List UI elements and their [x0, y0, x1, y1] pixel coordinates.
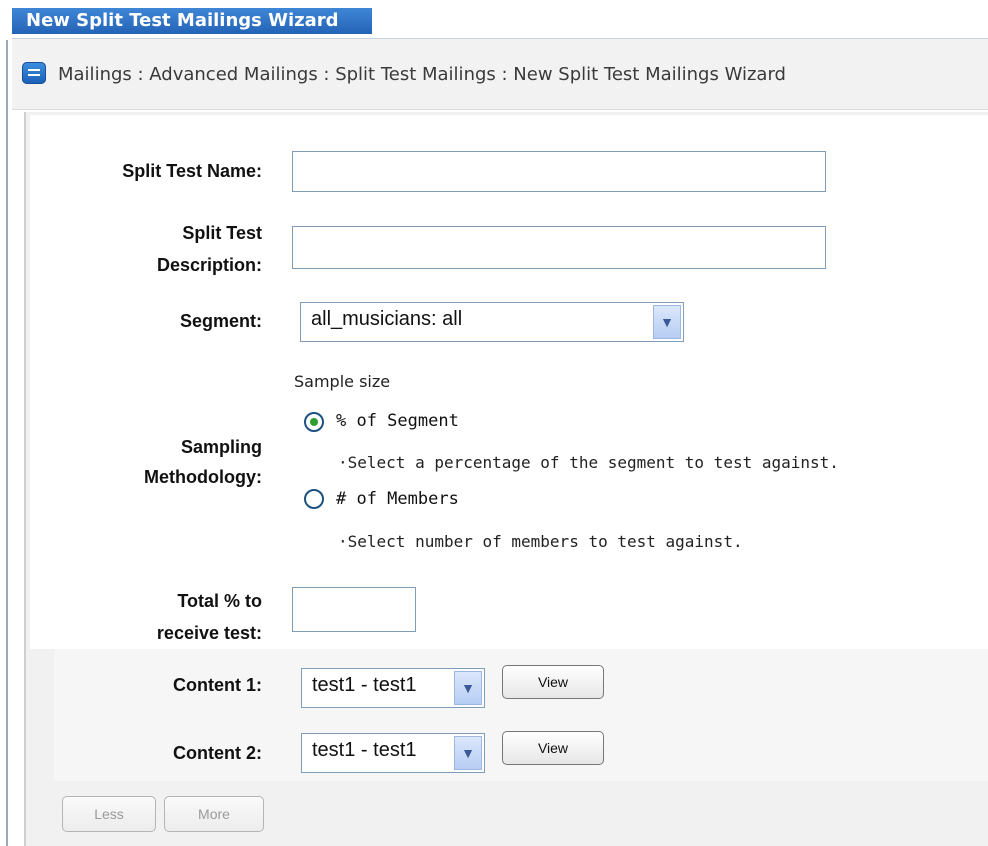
view-content-1-button[interactable]: View — [502, 665, 604, 699]
chevron-down-icon[interactable]: ▼ — [454, 736, 482, 770]
content-2-value: test1 - test1 — [312, 739, 417, 761]
segment-select[interactable]: all_musicians: all ▼ — [300, 302, 684, 342]
content-1-value: test1 - test1 — [312, 674, 417, 696]
split-test-name-label: Split Test Name: — [122, 161, 262, 181]
split-test-name-input[interactable] — [292, 151, 826, 192]
total-percent-label-line1: Total % to — [177, 591, 262, 611]
segment-value: all_musicians: all — [311, 308, 463, 330]
content-2-select[interactable]: test1 - test1 ▼ — [301, 733, 485, 773]
window-titlebar: New Split Test Mailings Wizard — [12, 0, 988, 39]
view-content-2-button[interactable]: View — [502, 731, 604, 765]
number-of-members-radio[interactable] — [304, 489, 324, 509]
content-2-label: Content 2: — [173, 743, 262, 763]
split-test-description-label-line1: Split Test — [182, 223, 262, 243]
content-1-select[interactable]: test1 - test1 ▼ — [301, 668, 485, 708]
less-button[interactable]: Less — [62, 796, 156, 832]
split-test-description-input[interactable] — [292, 226, 826, 269]
page: New Split Test Mailings Wizard Mailings … — [0, 0, 988, 846]
split-test-description-label-line2: Description: — [156, 255, 262, 275]
sample-size-heading: Sample size — [294, 372, 391, 391]
form-area — [30, 115, 988, 649]
content-1-label: Content 1: — [173, 675, 262, 695]
percent-of-segment-radio[interactable] — [304, 412, 324, 432]
chevron-down-icon[interactable]: ▼ — [653, 305, 681, 339]
window-border — [6, 40, 8, 846]
window-title: New Split Test Mailings Wizard — [12, 8, 372, 34]
sampling-methodology-label-line1: Sampling — [180, 437, 262, 457]
list-icon — [22, 62, 46, 84]
total-percent-label-line2: receive test: — [156, 623, 262, 643]
breadcrumb: Mailings : Advanced Mailings : Split Tes… — [58, 64, 786, 85]
number-of-members-label: # of Members — [336, 489, 459, 509]
percent-of-segment-note: ·Select a percentage of the segment to t… — [338, 453, 839, 472]
segment-label: Segment: — [179, 311, 262, 331]
chevron-down-icon[interactable]: ▼ — [454, 671, 482, 705]
more-button[interactable]: More — [164, 796, 264, 832]
sampling-methodology-label-line2: Methodology: — [144, 467, 262, 487]
total-percent-input[interactable] — [292, 587, 416, 632]
number-of-members-note: ·Select number of members to test agains… — [338, 532, 743, 551]
percent-of-segment-label: % of Segment — [336, 411, 459, 431]
